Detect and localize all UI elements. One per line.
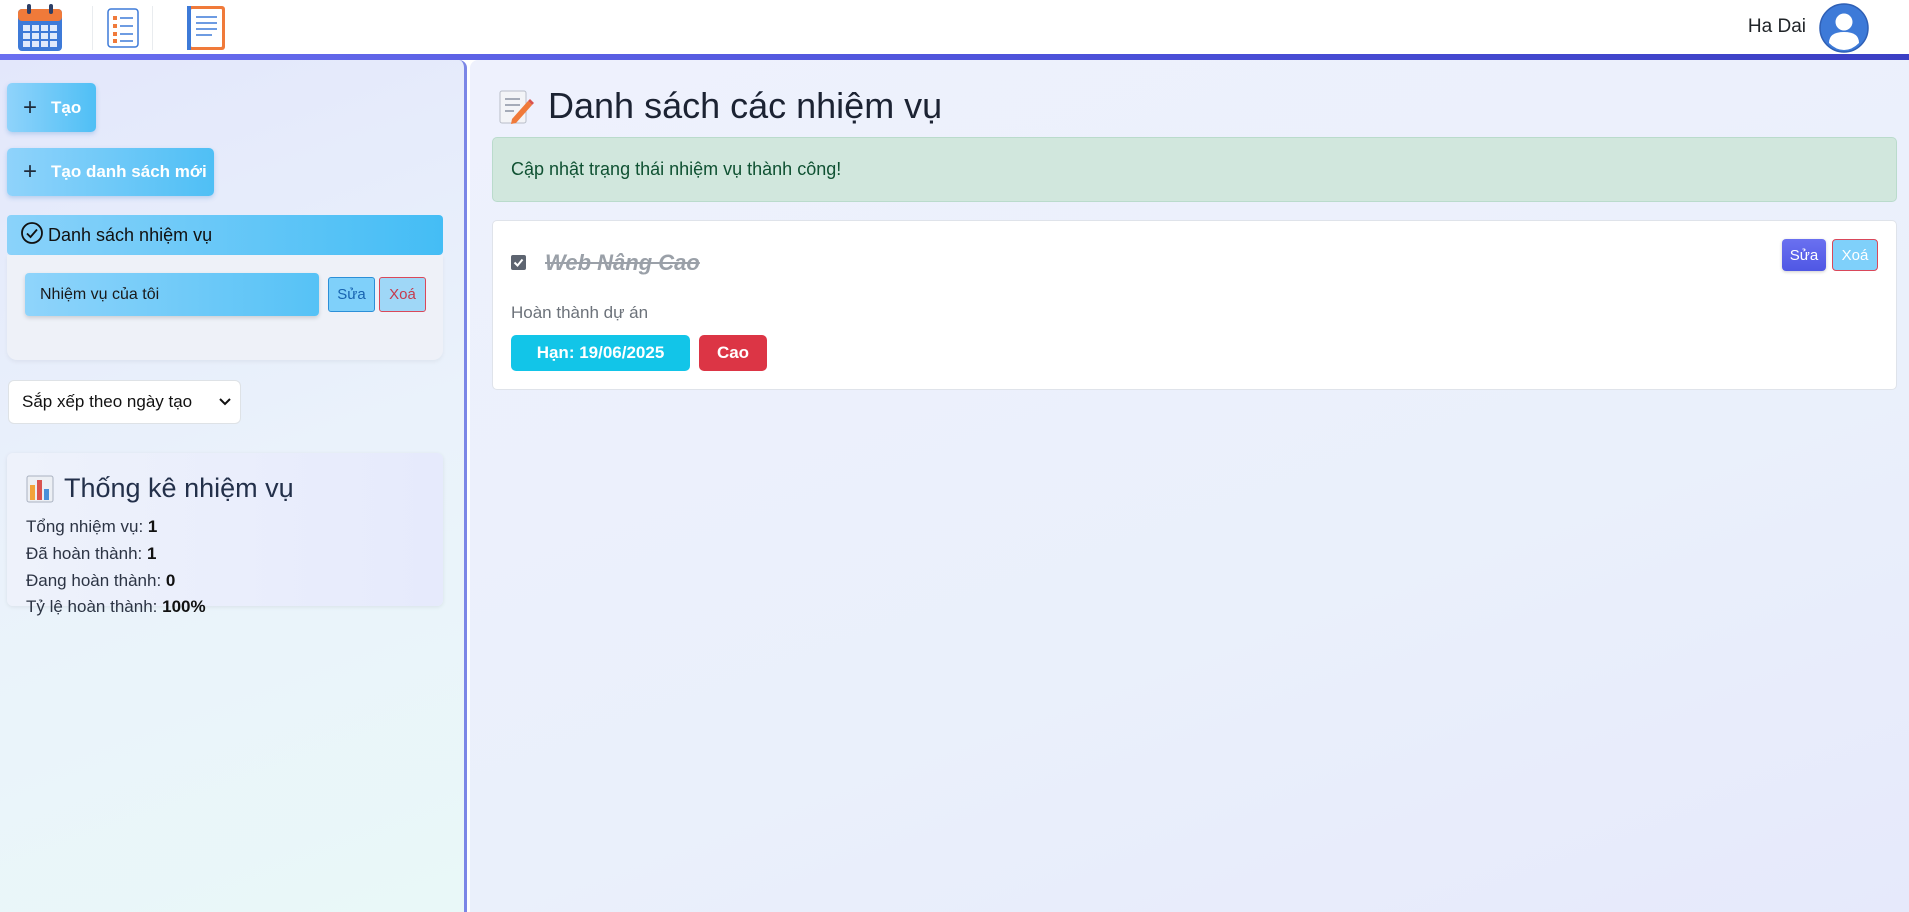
success-alert: Cập nhật trạng thái nhiệm vụ thành công!	[492, 137, 1897, 202]
task-description: Hoàn thành dự án	[511, 303, 649, 322]
task-card: Web Nâng Cao Sửa Xoá Hoàn thành dự án Hạ…	[492, 220, 1897, 390]
page-title-text: Danh sách các nhiệm vụ	[548, 85, 943, 126]
stat-done: Đã hoàn thành: 1	[26, 544, 156, 564]
task-complete-checkbox[interactable]	[511, 255, 526, 270]
sort-selected-value: Sắp xếp theo ngày tạo	[22, 392, 193, 411]
task-title: Web Nâng Cao	[545, 250, 700, 275]
list-item-label: Nhiệm vụ của tôi	[40, 285, 160, 303]
icon-separator	[92, 6, 93, 50]
top-bar: Ha Dai	[0, 0, 1909, 56]
notebook-icon[interactable]	[186, 5, 226, 51]
stat-total-value: 1	[147, 517, 158, 536]
task-lists-title: Danh sách nhiệm vụ	[48, 224, 213, 245]
stat-in-progress-label: Đang hoàn thành:	[26, 571, 162, 590]
user-avatar-icon[interactable]	[1819, 3, 1869, 53]
checklist-icon[interactable]	[107, 8, 139, 48]
edit-task-button[interactable]: Sửa	[1782, 239, 1826, 271]
stat-rate: Tỷ lệ hoàn thành: 100%	[26, 597, 206, 617]
page-title: Danh sách các nhiệm vụ	[498, 85, 942, 127]
priority-badge: Cao	[699, 335, 767, 371]
delete-task-button[interactable]: Xoá	[1832, 239, 1878, 271]
sidebar: + Tạo + Tạo danh sách mới Danh sách nhiệ…	[0, 60, 467, 912]
plus-icon: +	[23, 93, 38, 121]
task-lists-toggle[interactable]: Danh sách nhiệm vụ	[7, 215, 443, 255]
stat-in-progress: Đang hoàn thành: 0	[26, 571, 175, 591]
chevron-down-icon	[218, 394, 232, 415]
success-alert-text: Cập nhật trạng thái nhiệm vụ thành công!	[511, 159, 842, 179]
create-task-label: Tạo	[51, 97, 82, 117]
calendar-icon[interactable]	[17, 3, 63, 53]
task-stats-card: Thống kê nhiệm vụ Tổng nhiệm vụ: 1 Đã ho…	[7, 453, 443, 616]
sort-select[interactable]: Sắp xếp theo ngày tạo	[8, 380, 241, 424]
create-task-button[interactable]: + Tạo	[7, 83, 96, 132]
list-item-my-tasks[interactable]: Nhiệm vụ của tôi	[25, 273, 319, 316]
stat-total-label: Tổng nhiệm vụ:	[26, 517, 144, 536]
task-lists-panel: Nhiệm vụ của tôi Sửa Xoá	[7, 255, 443, 360]
bar-chart-icon	[26, 475, 54, 502]
memo-icon	[499, 90, 534, 124]
stat-done-value: 1	[147, 544, 157, 563]
stat-rate-label: Tỷ lệ hoàn thành:	[26, 597, 158, 616]
stat-total: Tổng nhiệm vụ: 1	[26, 517, 157, 537]
stat-done-label: Đã hoàn thành:	[26, 544, 143, 563]
icon-separator	[152, 6, 153, 50]
user-name: Ha Dai	[1747, 16, 1806, 37]
stat-rate-value: 100%	[162, 597, 206, 616]
create-list-label: Tạo danh sách mới	[51, 162, 207, 181]
edit-list-button[interactable]: Sửa	[328, 277, 375, 312]
create-list-button[interactable]: + Tạo danh sách mới	[7, 148, 214, 196]
stats-title-text: Thống kê nhiệm vụ	[64, 473, 294, 503]
stat-in-progress-value: 0	[165, 571, 176, 590]
plus-icon: +	[23, 158, 38, 185]
check-circle-icon	[20, 221, 44, 250]
delete-list-button[interactable]: Xoá	[379, 277, 426, 312]
stats-title: Thống kê nhiệm vụ	[26, 473, 294, 504]
deadline-badge: Hạn: 19/06/2025	[511, 335, 690, 371]
main-content: Danh sách các nhiệm vụ Cập nhật trạng th…	[470, 60, 1909, 912]
